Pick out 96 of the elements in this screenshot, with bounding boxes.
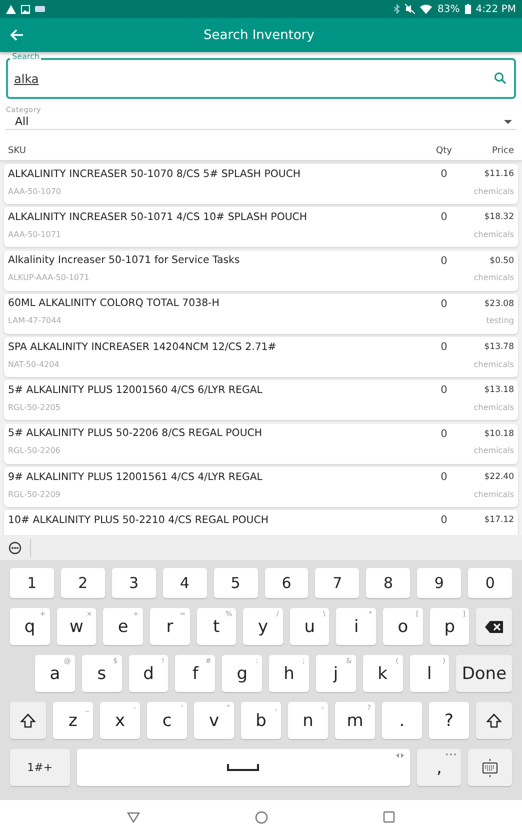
- item-sku: RGL-50-2205: [8, 402, 62, 412]
- key[interactable]: 6: [264, 568, 308, 598]
- item-sku: LAM-47-7044: [8, 316, 62, 326]
- item-category: chemicals: [472, 273, 514, 282]
- item-name: ALKALINITY INCREASER 50-1070 8/CS 5# SPLASH POUCH: [8, 168, 302, 180]
- item-sku: ALKUP-AAA-50-1071: [8, 273, 90, 282]
- item-category: chemicals: [472, 186, 514, 196]
- inventory-item[interactable]: 5# ALKALINITY PLUS 12001560 4/CS 6/LYR REGAL 0 $13.18 RGL-50-2205 chemicals: [4, 380, 518, 420]
- column-header: SKU: [8, 146, 27, 156]
- inventory-item[interactable]: 60ML ALKALINITY COLORQ TOTAL 7038-H 0 $23.08 LAM-47-7044 testing: [4, 294, 518, 334]
- inventory-item[interactable]: 10# ALKALINITY PLUS 50-2210 4/CS REGAL POUCH 0 $17.12: [4, 510, 518, 535]
- key[interactable]: 9: [417, 568, 462, 598]
- clock: 4:22 PM: [476, 4, 516, 14]
- battery-icon: [464, 4, 471, 14]
- item-price: $13.18: [483, 385, 514, 396]
- key[interactable]: .: [382, 702, 422, 739]
- key[interactable]: 3: [112, 568, 156, 598]
- hide-key[interactable]: [468, 749, 512, 786]
- key[interactable]: 1: [10, 568, 54, 598]
- inventory-item[interactable]: SPA ALKALINITY INCREASER 14204NCM 12/CS 2.71# 0 $13.78 NAT-50-4204 chemicals: [4, 337, 518, 378]
- item-price: $0.50: [488, 256, 514, 266]
- key[interactable]: 4: [162, 568, 207, 598]
- item-price: $10.18: [483, 428, 514, 439]
- search-icon[interactable]: [494, 72, 506, 84]
- column-header: Price: [491, 146, 514, 156]
- bluetooth-icon: [394, 4, 400, 14]
- inventory-item[interactable]: Alkalinity Increaser 50-1071 for Service Tasks 0 $0.50 ALKUP-AAA-50-1071 chemicals: [4, 250, 518, 291]
- item-qty: 0: [440, 168, 448, 180]
- warning-icon: [6, 4, 16, 14]
- key[interactable]: ?: [429, 702, 469, 739]
- item-sku: RGL-50-2206: [8, 446, 62, 456]
- item-price: $23.08: [483, 298, 514, 309]
- key[interactable]: 7: [315, 568, 360, 598]
- keyboard-icon: [482, 758, 498, 776]
- item-price: $17.12: [483, 515, 514, 526]
- key[interactable]: 8: [366, 568, 410, 598]
- item-category: testing: [485, 316, 514, 326]
- item-sku: AAA-50-1070: [8, 186, 62, 196]
- item-price: $18.32: [483, 212, 514, 222]
- symbols-key[interactable]: 1#+: [10, 749, 70, 786]
- item-qty: 0: [440, 298, 448, 310]
- backspace-key[interactable]: [476, 608, 512, 645]
- inventory-item[interactable]: ALKALINITY INCREASER 50-1071 4/CS 10# SPLASH POUCH 0 $18.32 AAA-50-1071 chemicals: [4, 207, 518, 248]
- item-qty: 0: [440, 384, 448, 396]
- item-category: chemicals: [472, 402, 514, 412]
- item-name: 60ML ALKALINITY COLORQ TOTAL 7038-H: [8, 298, 220, 310]
- key[interactable]: 2: [60, 568, 105, 598]
- key[interactable]: 5: [214, 568, 258, 598]
- search-field[interactable]: alka: [6, 58, 516, 99]
- image-icon: [21, 4, 30, 14]
- item-name: 5# ALKALINITY PLUS 50-2206 8/CS REGAL POUCH: [8, 428, 264, 440]
- item-qty: 0: [440, 428, 448, 440]
- dropdown-caret-icon: [504, 120, 512, 124]
- item-sku: NAT-50-4204: [8, 360, 60, 369]
- back-nav-icon[interactable]: [127, 812, 140, 822]
- recents-nav-icon[interactable]: [382, 811, 395, 823]
- battery-percent: 83%: [437, 4, 460, 14]
- column-header: Qty: [435, 146, 453, 156]
- home-nav-icon[interactable]: [254, 810, 268, 824]
- item-price: $13.78: [483, 342, 514, 352]
- item-price: $22.40: [483, 472, 514, 482]
- shift-icon: [486, 712, 502, 728]
- item-sku: AAA-50-1071: [8, 230, 62, 239]
- done-key[interactable]: Done: [456, 655, 512, 692]
- shift-key[interactable]: [476, 702, 512, 739]
- item-price: $11.16: [483, 169, 514, 179]
- item-name: 10# ALKALINITY PLUS 50-2210 4/CS REGAL POUCH: [8, 514, 270, 526]
- search-label: Search: [10, 51, 42, 62]
- item-name: 5# ALKALINITY PLUS 12001560 4/CS 6/LYR REGAL: [8, 384, 264, 396]
- mute-icon: [405, 4, 416, 14]
- space-bar-icon: [227, 764, 260, 771]
- cursor-move-icon: [396, 753, 404, 758]
- item-qty: 0: [440, 341, 448, 354]
- shift-key[interactable]: [10, 702, 46, 739]
- item-category: chemicals: [472, 446, 514, 456]
- item-name: 9# ALKALINITY PLUS 12001561 4/CS 4/LYR REGAL: [8, 472, 264, 483]
- item-name: Alkalinity Increaser 50-1071 for Service Tasks: [8, 255, 241, 266]
- wifi-icon: [420, 4, 432, 14]
- inventory-item[interactable]: ALKALINITY INCREASER 50-1070 8/CS 5# SPLASH POUCH 0 $11.16 AAA-50-1070 chemicals: [4, 164, 518, 204]
- item-qty: 0: [440, 514, 448, 526]
- inventory-item[interactable]: 9# ALKALINITY PLUS 12001561 4/CS 4/LYR REGAL 0 $22.40 RGL-50-2209 chemicals: [4, 467, 518, 508]
- item-name: SPA ALKALINITY INCREASER 14204NCM 12/CS 2.71#: [8, 342, 278, 353]
- backspace-icon: [485, 620, 504, 632]
- switch-keyboard-icon[interactable]: [8, 540, 22, 554]
- item-qty: 0: [440, 254, 448, 267]
- item-qty: 0: [440, 471, 448, 484]
- shift-icon: [20, 712, 36, 728]
- screen-title: Search Inventory: [202, 28, 316, 42]
- item-qty: 0: [440, 211, 448, 224]
- inventory-item[interactable]: 5# ALKALINITY PLUS 50-2206 8/CS REGAL POUCH 0 $10.18 RGL-50-2206 chemicals: [4, 424, 518, 464]
- key[interactable]: 0: [468, 568, 512, 598]
- item-name: ALKALINITY INCREASER 50-1071 4/CS 10# SPLASH POUCH: [8, 212, 308, 223]
- item-category: chemicals: [472, 490, 514, 499]
- item-category: chemicals: [472, 360, 514, 369]
- item-sku: RGL-50-2209: [8, 490, 62, 499]
- item-category: chemicals: [472, 230, 514, 239]
